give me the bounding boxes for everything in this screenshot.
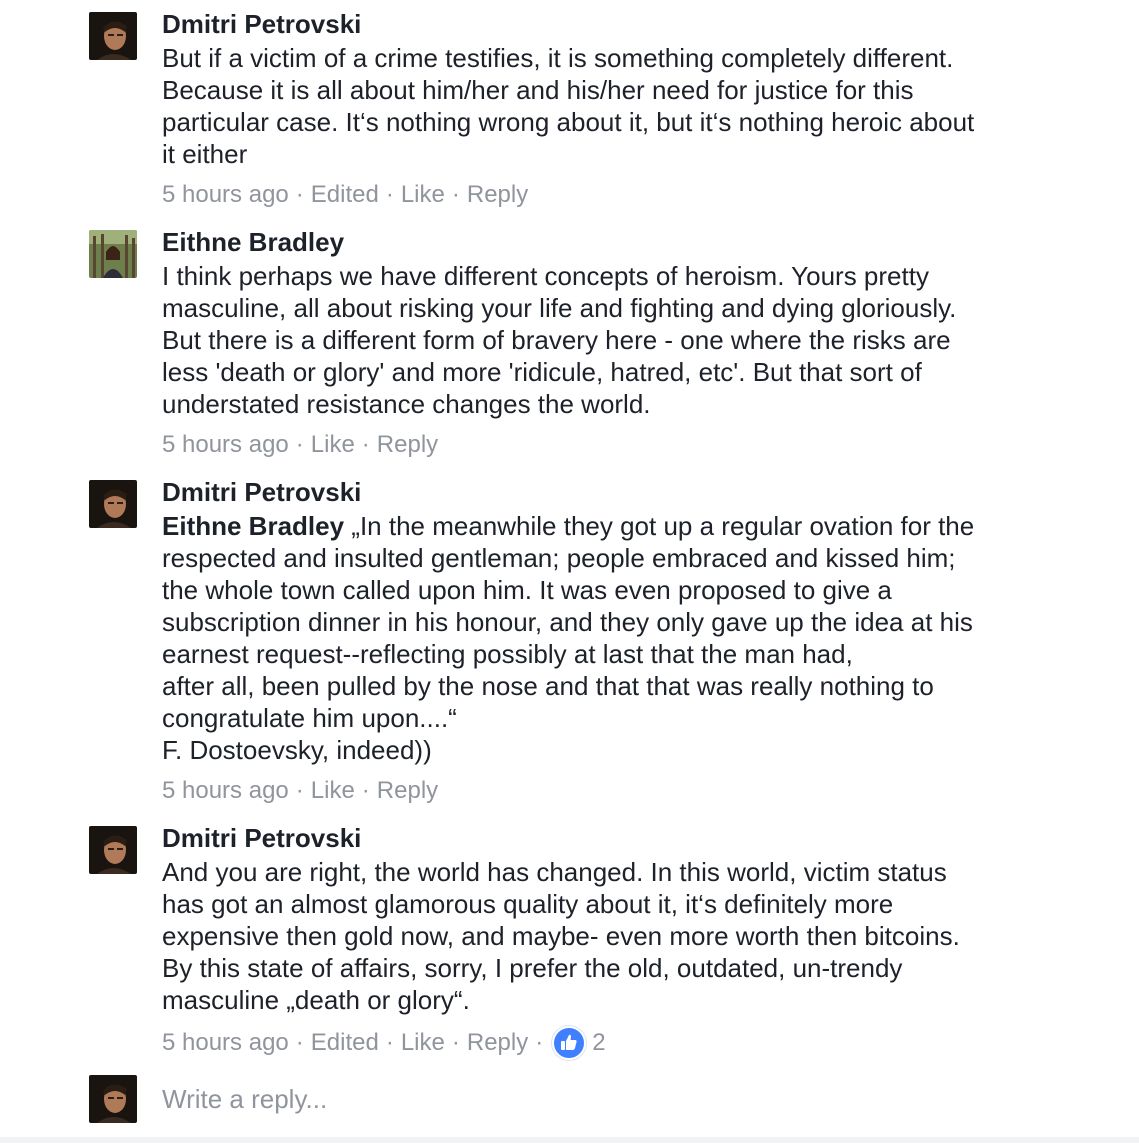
edited-link[interactable]: Edited xyxy=(311,180,379,210)
reply-button[interactable]: Reply xyxy=(377,430,438,460)
comment-author[interactable]: Dmitri Petrovski xyxy=(162,476,1092,508)
reply-button[interactable]: Reply xyxy=(467,1028,528,1058)
meta-separator: · xyxy=(295,181,304,208)
meta-separator: · xyxy=(385,181,394,208)
meta-separator: · xyxy=(451,1029,460,1056)
meta-separator: · xyxy=(535,1029,544,1056)
comment-text: Eithne Bradley „In the meanwhile they go… xyxy=(162,510,1092,766)
meta-separator: · xyxy=(361,431,370,458)
meta-separator: · xyxy=(295,431,304,458)
avatar[interactable] xyxy=(89,480,137,528)
comment-text: But if a victim of a crime testifies, it… xyxy=(162,43,975,169)
comment-meta: 5 hours ago · Like · Reply xyxy=(162,430,1092,460)
avatar-dmitri-icon xyxy=(89,480,137,528)
comment-timestamp[interactable]: 5 hours ago xyxy=(162,180,289,210)
meta-separator: · xyxy=(361,777,370,804)
thumbs-up-icon[interactable] xyxy=(552,1026,587,1060)
comment-meta: 5 hours ago · Edited · Like · Reply xyxy=(162,180,1092,210)
avatar-current-user-icon xyxy=(89,1075,137,1123)
meta-separator: · xyxy=(451,181,460,208)
like-button[interactable]: Like xyxy=(401,180,445,210)
like-button[interactable]: Like xyxy=(311,776,355,806)
like-button[interactable]: Like xyxy=(401,1028,445,1058)
comment-meta: 5 hours ago · Like · Reply xyxy=(162,776,1092,806)
comment-meta: 5 hours ago · Edited · Like · Reply · 2 xyxy=(162,1026,1092,1060)
comment-author[interactable]: Dmitri Petrovski xyxy=(162,8,1092,40)
comment-timestamp[interactable]: 5 hours ago xyxy=(162,1028,289,1058)
reaction-count[interactable]: 2 xyxy=(592,1028,605,1058)
comment-text-body: „In the meanwhile they got up a regular … xyxy=(162,511,975,765)
avatar-eithne-icon xyxy=(89,230,137,278)
comment-timestamp[interactable]: 5 hours ago xyxy=(162,430,289,460)
meta-separator: · xyxy=(295,777,304,804)
like-button[interactable]: Like xyxy=(311,430,355,460)
avatar[interactable] xyxy=(89,230,137,278)
meta-separator: · xyxy=(295,1029,304,1056)
reply-button[interactable]: Reply xyxy=(377,776,438,806)
edited-link[interactable]: Edited xyxy=(311,1028,379,1058)
comment-text: I think perhaps we have different concep… xyxy=(162,261,957,419)
avatar[interactable] xyxy=(89,826,137,874)
comment-author[interactable]: Dmitri Petrovski xyxy=(162,822,1092,854)
comment-timestamp[interactable]: 5 hours ago xyxy=(162,776,289,806)
comment-text: And you are right, the world has changed… xyxy=(162,857,960,1015)
avatar xyxy=(89,1075,137,1123)
avatar[interactable] xyxy=(89,12,137,60)
divider xyxy=(0,1137,1139,1143)
reply-input[interactable] xyxy=(162,1079,1102,1119)
mention-link[interactable]: Eithne Bradley xyxy=(162,511,344,541)
reply-button[interactable]: Reply xyxy=(467,180,528,210)
comment-author[interactable]: Eithne Bradley xyxy=(162,226,1092,258)
avatar-dmitri-icon xyxy=(89,826,137,874)
avatar-dmitri-icon xyxy=(89,12,137,60)
meta-separator: · xyxy=(385,1029,394,1056)
